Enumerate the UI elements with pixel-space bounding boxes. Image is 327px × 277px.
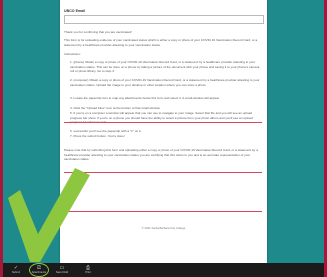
instructions-heading: Instructions: — [64, 52, 81, 56]
instruction-step-3: 3. Locate the paperclip icon to map any … — [70, 96, 220, 100]
attachments-button[interactable]: ⎚ Attachments — [29, 263, 49, 277]
email-label: UBCO Email — [64, 9, 86, 13]
email-input[interactable] — [64, 15, 264, 24]
instruction-step-1: 1. (phone) Obtain a copy or photo of you… — [70, 60, 260, 74]
instruction-step-2: 2. (computer) Obtain a copy or photo of … — [70, 78, 260, 87]
submit-label: Submit — [11, 271, 21, 274]
footer-copyright: © 2021 Santa Barbara City College — [141, 226, 186, 230]
closing-text: Please note that by submitting this form… — [64, 148, 258, 162]
save-draft-button[interactable]: ▭ Save Draft — [49, 263, 75, 277]
section-divider-2 — [64, 172, 262, 173]
section-divider-3 — [64, 211, 262, 212]
bottom-toolbar: ✓ Submit ⎚ Attachments ▭ Save Draft ⎙ Pr… — [3, 263, 324, 277]
intro-text-2: This form is for uploading evidence of y… — [64, 38, 258, 47]
instruction-step-4: 4. Click the "Upload Files" icon at the … — [70, 106, 161, 110]
print-button[interactable]: ⎙ Print — [75, 263, 101, 277]
attachments-label: Attachments — [31, 271, 47, 274]
form-page: UBCO Email Thank you for confirming that… — [60, 0, 267, 263]
submit-button[interactable]: ✓ Submit — [3, 263, 29, 277]
instruction-step-5: 5. If you're on a computer a window will… — [70, 111, 253, 124]
left-border — [0, 0, 3, 277]
save-draft-label: Save Draft — [55, 271, 69, 274]
section-divider-1 — [64, 122, 262, 123]
print-label: Print — [85, 271, 91, 274]
instruction-step-6: 6. successful you'll see the paperclip w… — [70, 129, 142, 133]
instruction-step-7: 7. Press the submit button. You're done! — [70, 134, 125, 138]
intro-text-1: Thank you for confirming that you are va… — [64, 30, 132, 34]
